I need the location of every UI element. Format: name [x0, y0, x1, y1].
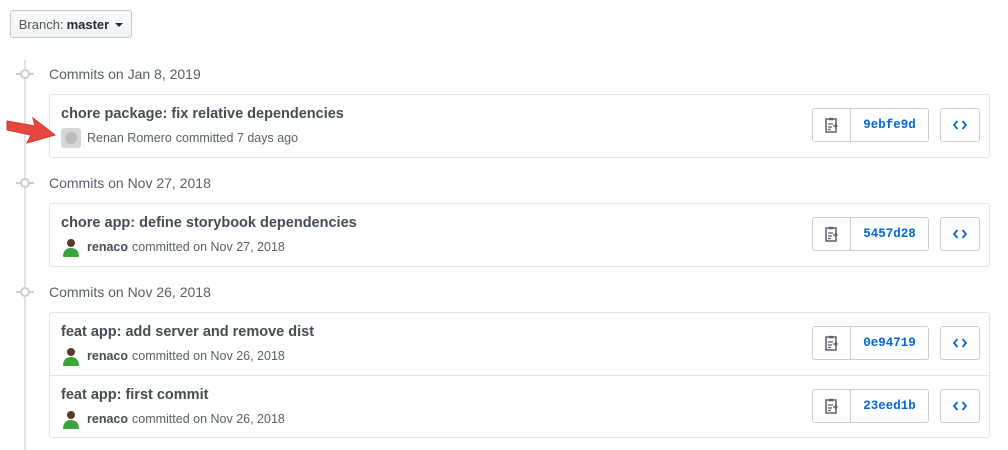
- code-icon: [953, 401, 967, 411]
- commit-group-header: Commits on Nov 27, 2018: [16, 175, 211, 191]
- commit-meta: renaco committed on Nov 26, 2018: [61, 409, 285, 429]
- commit-message-link[interactable]: chore app: define storybook dependencies: [61, 215, 357, 231]
- commit-author[interactable]: renaco: [87, 240, 128, 254]
- commit-meta: Renan Romero committed 7 days ago: [61, 128, 298, 148]
- user-avatar[interactable]: [61, 237, 81, 257]
- branch-selector-button[interactable]: Branch: master: [10, 10, 132, 38]
- default-avatar-icon[interactable]: [61, 128, 81, 148]
- commit-row: feat app: add server and remove dist ren…: [50, 313, 989, 375]
- commit-list: chore package: fix relative dependencies…: [49, 94, 990, 158]
- clipboard-icon: [824, 335, 838, 351]
- commit-group-header: Commits on Nov 26, 2018: [16, 284, 211, 300]
- code-icon: [953, 338, 967, 348]
- code-icon: [953, 120, 967, 130]
- commit-author: Renan Romero: [87, 131, 172, 145]
- commit-row: feat app: first commit renaco committed …: [50, 375, 989, 437]
- commit-time: committed on Nov 27, 2018: [132, 240, 285, 254]
- sha-button-group: 9ebfe9d: [812, 108, 929, 142]
- commit-meta: renaco committed on Nov 27, 2018: [61, 237, 285, 257]
- commit-row: chore app: define storybook dependencies…: [50, 204, 989, 266]
- sha-button-group: 23eed1b: [812, 389, 929, 423]
- commit-row: chore package: fix relative dependencies…: [50, 95, 989, 157]
- browse-code-button[interactable]: [940, 108, 980, 142]
- commit-node-icon: [16, 67, 34, 81]
- commit-group-title: Commits on Jan 8, 2019: [49, 66, 201, 82]
- browse-code-button[interactable]: [940, 217, 980, 251]
- sha-link[interactable]: 0e94719: [851, 327, 928, 359]
- user-avatar[interactable]: [61, 409, 81, 429]
- sha-button-group: 5457d28: [812, 217, 929, 251]
- commit-message-link[interactable]: feat app: first commit: [61, 387, 208, 403]
- branch-name: master: [66, 16, 110, 32]
- commit-node-icon: [16, 176, 34, 190]
- code-icon: [953, 229, 967, 239]
- commit-group-header: Commits on Jan 8, 2019: [16, 66, 201, 82]
- user-avatar[interactable]: [61, 346, 81, 366]
- sha-link[interactable]: 23eed1b: [851, 390, 928, 422]
- branch-label: Branch:: [18, 16, 64, 32]
- clipboard-icon: [824, 117, 838, 133]
- clipboard-icon: [824, 398, 838, 414]
- sha-button-group: 0e94719: [812, 326, 929, 360]
- commit-group-title: Commits on Nov 26, 2018: [49, 284, 211, 300]
- commit-group-title: Commits on Nov 27, 2018: [49, 175, 211, 191]
- clipboard-icon: [824, 226, 838, 242]
- commit-time: committed on Nov 26, 2018: [132, 349, 285, 363]
- commit-node-icon: [16, 285, 34, 299]
- caret-down-icon: [115, 23, 124, 27]
- copy-sha-button[interactable]: [813, 218, 851, 250]
- copy-sha-button[interactable]: [813, 327, 851, 359]
- commit-meta: renaco committed on Nov 26, 2018: [61, 346, 285, 366]
- browse-code-button[interactable]: [940, 389, 980, 423]
- red-arrow-icon: [6, 116, 57, 144]
- commit-author[interactable]: renaco: [87, 412, 128, 426]
- copy-sha-button[interactable]: [813, 109, 851, 141]
- copy-sha-button[interactable]: [813, 390, 851, 422]
- commit-message-link[interactable]: chore package: fix relative dependencies: [61, 106, 344, 122]
- commit-message-link[interactable]: feat app: add server and remove dist: [61, 324, 314, 340]
- browse-code-button[interactable]: [940, 326, 980, 360]
- commit-list: chore app: define storybook dependencies…: [49, 203, 990, 267]
- commit-time: committed 7 days ago: [175, 131, 299, 145]
- commit-list: feat app: add server and remove dist ren…: [49, 312, 990, 438]
- commit-author[interactable]: renaco: [87, 349, 128, 363]
- commit-time: committed on Nov 26, 2018: [132, 412, 285, 426]
- sha-link[interactable]: 5457d28: [851, 218, 928, 250]
- sha-link[interactable]: 9ebfe9d: [851, 109, 928, 141]
